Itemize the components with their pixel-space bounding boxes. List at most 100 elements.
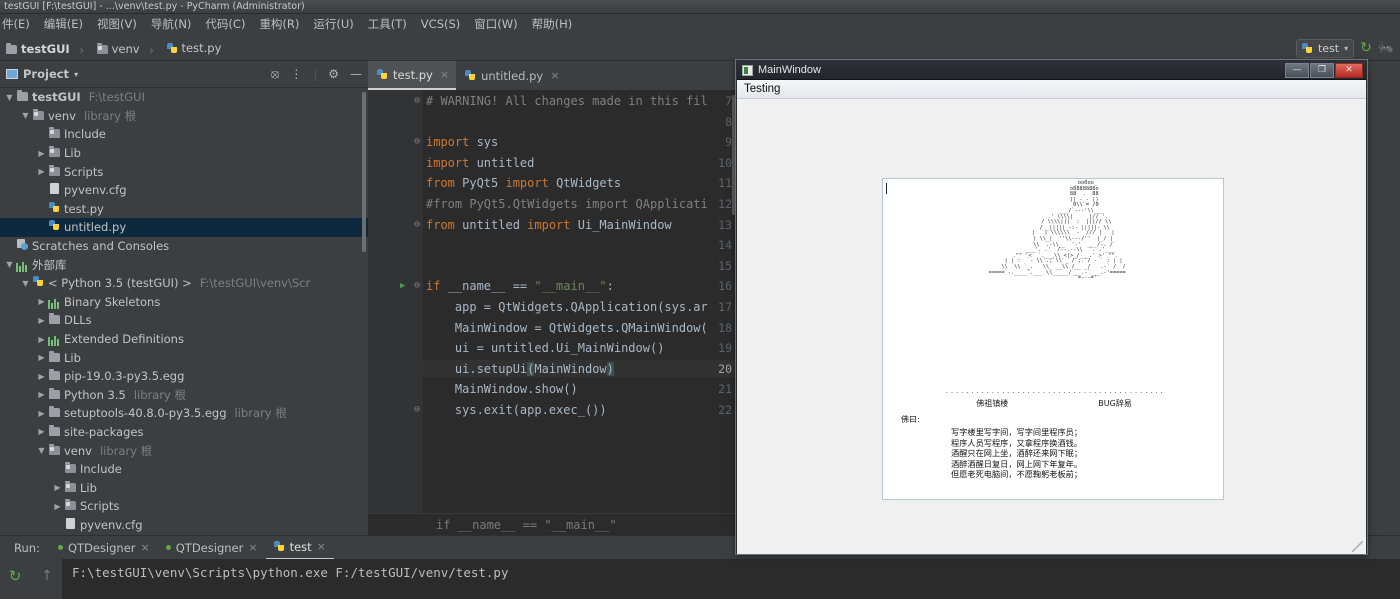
chevron-right-icon[interactable]: ▶ <box>52 483 63 492</box>
collapse-all-icon[interactable]: ⋮ <box>290 67 302 81</box>
minimize-button[interactable]: — <box>1285 62 1309 78</box>
menu-item-6[interactable]: 运行(U) <box>306 14 360 35</box>
tree-node-label: Include <box>64 127 106 142</box>
settings-icon[interactable]: ⚙ <box>328 67 339 81</box>
run-gutter-icon[interactable]: ▶ <box>400 281 405 291</box>
chevron-right-icon[interactable]: ▶ <box>52 502 63 511</box>
qt-main-window[interactable]: MainWindow — ❐ ✕ Testing _oo0oo_ o888888… <box>736 60 1367 554</box>
folder-icon <box>47 369 61 383</box>
close-icon[interactable]: × <box>317 540 326 553</box>
menu-item-5[interactable]: 重构(R) <box>252 14 306 35</box>
tree-node-21[interactable]: ▶ Lib <box>0 478 368 497</box>
chevron-right-icon[interactable]: ▶ <box>36 297 47 306</box>
tree-node-1[interactable]: ▼ venv library 根 <box>0 107 368 126</box>
chevron-down-icon[interactable]: ▼ <box>20 279 31 288</box>
breadcrumb-item-project[interactable]: testGUI <box>0 36 73 60</box>
menu-item-9[interactable]: 窗口(W) <box>467 14 524 35</box>
resize-grip[interactable] <box>1352 541 1363 552</box>
project-panel-title[interactable]: Project ▾ <box>6 67 78 81</box>
tree-node-7[interactable]: untitled.py <box>0 218 368 237</box>
tree-node-label: Binary Skeletons <box>64 294 161 309</box>
tree-node-0[interactable]: ▼ testGUI F:\testGUI <box>0 88 368 107</box>
menu-item-8[interactable]: VCS(S) <box>414 14 467 35</box>
menu-item-0[interactable]: 件(E) <box>0 14 37 35</box>
tree-node-23[interactable]: pyvenv.cfg <box>0 516 368 535</box>
chevron-down-icon[interactable]: ▾ <box>74 70 78 79</box>
tree-node-15[interactable]: ▶ pip-19.0.3-py3.5.egg <box>0 367 368 386</box>
breadcrumb-item-file[interactable]: test.py <box>161 35 225 60</box>
chevron-down-icon[interactable]: ▼ <box>4 260 15 269</box>
rerun-icon[interactable]: ↻ <box>0 564 30 588</box>
tree-node-22[interactable]: ▶ Scripts <box>0 497 368 516</box>
menu-item-10[interactable]: 帮助(H) <box>525 14 580 35</box>
close-icon[interactable]: × <box>141 541 150 554</box>
tree-node-9[interactable]: ▼ 外部库 <box>0 255 368 274</box>
tree-node-19[interactable]: ▼ venv library 根 <box>0 441 368 460</box>
chevron-right-icon[interactable]: ▶ <box>36 390 47 399</box>
chevron-right-icon[interactable]: ▶ <box>36 372 47 381</box>
run-configuration-selector[interactable]: test ▾ <box>1295 38 1355 58</box>
project-tree[interactable]: ▼ testGUI F:\testGUI ▼ venv library 根 Include ▶… <box>0 88 368 535</box>
chevron-down-icon[interactable]: ▼ <box>20 111 31 120</box>
chevron-down-icon[interactable]: ▼ <box>36 446 47 455</box>
chevron-down-icon[interactable]: ▼ <box>4 93 15 102</box>
tree-node-16[interactable]: ▶ Python 3.5 library 根 <box>0 386 368 405</box>
close-icon[interactable]: × <box>440 68 449 81</box>
close-button[interactable]: ✕ <box>1335 62 1363 78</box>
editor-tab-0[interactable]: test.py × <box>368 61 457 90</box>
qt-title-bar[interactable]: MainWindow — ❐ ✕ <box>737 61 1366 80</box>
debug-icon[interactable]: 🐜 <box>1378 41 1394 56</box>
tree-node-20[interactable]: Include <box>0 460 368 479</box>
hide-icon[interactable]: — <box>350 67 362 81</box>
menu-item-1[interactable]: 编辑(E) <box>37 14 90 35</box>
editor-tab-1[interactable]: untitled.py × <box>456 61 566 90</box>
venv-folder-icon <box>63 480 77 495</box>
chevron-right-icon[interactable]: ▶ <box>36 335 47 344</box>
breadcrumb-item-venv[interactable]: venv <box>91 36 143 60</box>
project-tree-scrollbar[interactable] <box>362 92 366 252</box>
tree-node-11[interactable]: ▶ Binary Skeletons <box>0 293 368 312</box>
target-icon[interactable]: ⦻ <box>271 67 280 82</box>
run-tab-1[interactable]: QTDesigner × <box>158 536 266 560</box>
tree-node-4[interactable]: ▶ Scripts <box>0 162 368 181</box>
menu-item-2[interactable]: 视图(V) <box>90 14 144 35</box>
tree-node-10[interactable]: ▼ < Python 3.5 (testGUI) > F:\testGUI\venv… <box>0 274 368 293</box>
close-icon[interactable]: × <box>248 541 257 554</box>
tree-node-14[interactable]: ▶ Lib <box>0 348 368 367</box>
maximize-button[interactable]: ❐ <box>1310 62 1334 78</box>
chevron-down-icon[interactable]: ▾ <box>1344 44 1348 53</box>
chevron-right-icon[interactable]: ▶ <box>36 149 47 158</box>
menu-item-3[interactable]: 导航(N) <box>144 14 199 35</box>
menu-item-7[interactable]: 工具(T) <box>361 14 414 35</box>
run-tab-2[interactable]: test × <box>265 536 334 560</box>
scroll-up-icon[interactable]: ↑ <box>32 564 62 588</box>
breadcrumb-separator: › <box>149 42 154 57</box>
menu-item-testing[interactable]: Testing <box>744 83 780 95</box>
tree-node-2[interactable]: Include <box>0 125 368 144</box>
tree-node-5[interactable]: pyvenv.cfg <box>0 181 368 200</box>
chevron-right-icon[interactable]: ▶ <box>36 353 47 362</box>
rerun-icon[interactable]: ↻ <box>1360 40 1372 56</box>
tree-node-18[interactable]: ▶ site-packages <box>0 423 368 442</box>
tree-node-13[interactable]: ▶ Extended Definitions <box>0 330 368 349</box>
tree-node-6[interactable]: test.py <box>0 200 368 219</box>
chevron-right-icon[interactable]: ▶ <box>36 316 47 325</box>
code-editor[interactable]: 7 ⊖ # WARNING! All changes made in this fi… <box>368 90 740 535</box>
tree-node-3[interactable]: ▶ Lib <box>0 144 368 163</box>
qt-text-edit[interactable]: _oo0oo_ o8888888o 88 . 88 (| -_- |) 0\\ … <box>882 178 1224 500</box>
tree-node-17[interactable]: ▶ setuptools-40.8.0-py3.5.egg library 根 <box>0 404 368 423</box>
tree-node-8[interactable]: Scratches and Consoles <box>0 237 368 256</box>
fold-marker[interactable]: ⊖ <box>414 95 420 106</box>
chevron-right-icon[interactable]: ▶ <box>36 167 47 176</box>
close-icon[interactable]: × <box>550 69 559 82</box>
buddha-says-label: 佛曰: <box>901 415 920 424</box>
tree-node-12[interactable]: ▶ DLLs <box>0 311 368 330</box>
run-tab-0[interactable]: QTDesigner × <box>50 536 158 560</box>
menu-item-4[interactable]: 代码(C) <box>198 14 252 35</box>
chevron-right-icon[interactable]: ▶ <box>36 427 47 436</box>
chevron-right-icon[interactable]: ▶ <box>36 409 47 418</box>
fold-marker[interactable]: ⊖ <box>414 136 420 147</box>
fold-marker[interactable]: ⊖ <box>414 219 420 230</box>
fold-marker[interactable]: ⊖ <box>414 404 420 415</box>
fold-marker[interactable]: ⊖ <box>414 280 420 291</box>
